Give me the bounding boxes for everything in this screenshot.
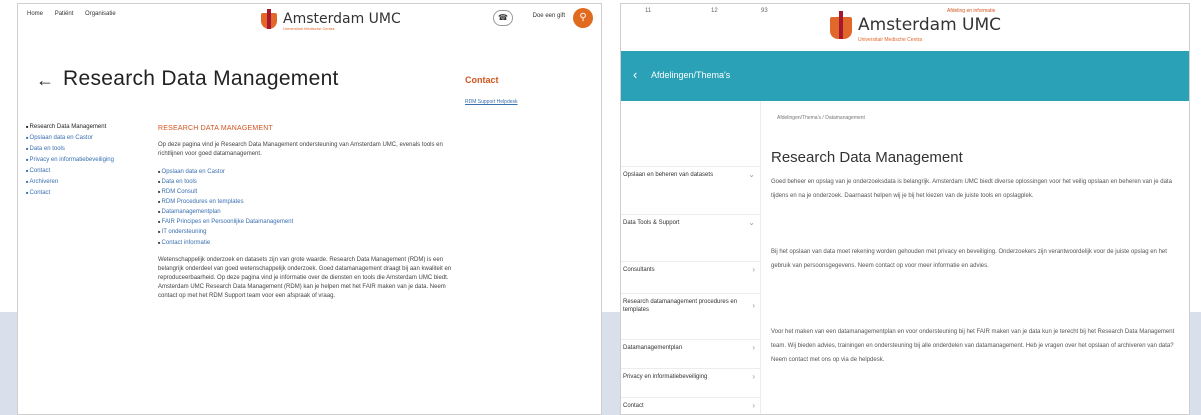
side-nav-label: Contact	[623, 403, 644, 409]
top-bar: 11 12 93 Afdeling en informatie Amsterda…	[621, 4, 1189, 49]
logo-text: Amsterdam UMC	[283, 11, 401, 27]
content-link[interactable]: Data en tools	[158, 177, 458, 187]
status-text: 11	[645, 8, 652, 14]
contact-heading: Contact	[465, 75, 499, 85]
topnav-organisation[interactable]: Organisatie	[85, 11, 116, 17]
status-text: 93	[761, 8, 768, 14]
side-nav: Opslaan en beheren van datasets ⌄ Data T…	[621, 101, 761, 414]
main-content: RESEARCH DATA MANAGEMENT Op deze pagina …	[158, 124, 458, 301]
topnav-patient[interactable]: Patiënt	[55, 11, 74, 17]
desktop-page-panel: Home Patiënt Organisatie Amsterdam UMC U…	[17, 3, 602, 415]
side-nav-item[interactable]: Contact	[26, 166, 151, 176]
content-link[interactable]: Opslaan data en Castor	[158, 167, 458, 177]
paragraph: Bij het opslaan van data moet rekening w…	[771, 249, 1167, 269]
chevron-right-icon: ›	[752, 265, 755, 274]
content-link[interactable]: Contact informatie	[158, 238, 458, 248]
chevron-right-icon: ›	[752, 401, 755, 410]
body-text: Wetenschappelijk onderzoek en datasets z…	[158, 256, 452, 299]
back-arrow-icon[interactable]: ←	[36, 70, 54, 91]
section-header-bar: ‹ Afdelingen/Thema's	[621, 51, 1189, 101]
logo-text: Amsterdam UMC	[858, 15, 1002, 35]
content-link[interactable]: Datamanagementplan	[158, 207, 458, 217]
side-nav-item[interactable]: Contact	[26, 188, 151, 198]
side-nav-label: Privacy en informatiebeveiliging	[623, 374, 708, 380]
phone-icon[interactable]: ☎	[493, 10, 513, 26]
page-title: Research Data Management	[63, 67, 339, 90]
amsterdam-umc-logo[interactable]: Amsterdam UMC Universitair Medische Cent…	[830, 11, 1002, 43]
side-nav-item[interactable]: Research Data Management	[26, 122, 151, 132]
side-nav-item[interactable]: Archiveren	[26, 177, 151, 187]
side-nav-label: Research datamanagement procedures en te…	[623, 299, 738, 313]
side-nav-item[interactable]: Opslaan data en Castor	[26, 133, 151, 143]
mobile-page-panel: 11 12 93 Afdeling en informatie Amsterda…	[620, 3, 1190, 415]
side-nav-item[interactable]: Contact ›	[621, 397, 761, 414]
chevron-right-icon: ›	[752, 301, 755, 310]
content-link[interactable]: RDM Consult	[158, 187, 458, 197]
section-heading: RESEARCH DATA MANAGEMENT	[158, 125, 273, 132]
side-nav-label: Data Tools & Support	[623, 220, 680, 226]
top-nav: Home Patiënt Organisatie	[27, 11, 126, 17]
intro-text: Op deze pagina vind je Research Data Man…	[158, 142, 443, 157]
amsterdam-umc-logo[interactable]: Amsterdam UMC Universitair Medische Cent…	[261, 9, 401, 31]
content-link[interactable]: FAIR Principes en Persoonlijke Datamanag…	[158, 217, 458, 227]
side-nav-item[interactable]: Data en tools	[26, 144, 151, 154]
topnav-home[interactable]: Home	[27, 11, 43, 17]
side-nav: Research Data Management Opslaan data en…	[26, 122, 151, 200]
chevron-right-icon: ›	[752, 343, 755, 352]
paragraph: Voor het maken van een datamanagementpla…	[771, 329, 1175, 363]
link-list: Opslaan data en Castor Data en tools RDM…	[158, 167, 458, 248]
breadcrumb[interactable]: Afdelingen/Thema's / Datamanagement	[777, 115, 865, 121]
side-nav-item[interactable]: Privacy en informatiebeveiliging ›	[621, 368, 761, 385]
top-bar: Home Patiënt Organisatie Amsterdam UMC U…	[18, 4, 601, 36]
contact-link[interactable]: RDM Support Helpdesk	[465, 99, 518, 105]
side-nav-label: Datamanagementplan	[623, 345, 683, 351]
side-nav-item[interactable]: Consultants ›	[621, 261, 761, 278]
tulip-logo-icon	[261, 9, 277, 29]
tulip-logo-icon	[830, 11, 852, 39]
section-header-title: Afdelingen/Thema's	[651, 70, 731, 80]
search-icon[interactable]: ⚲	[573, 8, 593, 28]
status-text: 12	[711, 8, 718, 14]
chevron-left-icon[interactable]: ‹	[633, 67, 637, 82]
chevron-down-icon: ⌄	[748, 218, 755, 227]
side-nav-item[interactable]: Privacy en informatiebeveiliging	[26, 155, 151, 165]
logo-tagline: Universitair Medische Centra	[858, 37, 923, 43]
page-title: Research Data Management	[771, 149, 963, 166]
side-nav-item[interactable]: Data Tools & Support ⌄	[621, 214, 761, 231]
side-nav-label: Consultants	[623, 267, 655, 273]
side-nav-item[interactable]: Opslaan en beheren van datasets ⌄	[621, 166, 761, 183]
logo-tagline: Universitair Medische Centra	[283, 26, 335, 31]
side-nav-item[interactable]: Research datamanagement procedures en te…	[621, 293, 761, 318]
content-link[interactable]: RDM Procedures en templates	[158, 197, 458, 207]
paragraph: Goed beheer en opslag van je onderzoeksd…	[771, 179, 1172, 199]
content-link[interactable]: IT ondersteuning	[158, 227, 458, 237]
side-nav-label: Opslaan en beheren van datasets	[623, 172, 714, 178]
side-nav-item[interactable]: Datamanagementplan ›	[621, 339, 761, 356]
chevron-right-icon: ›	[752, 372, 755, 381]
donate-link[interactable]: Doe een gift	[533, 13, 565, 19]
chevron-down-icon: ⌄	[748, 170, 755, 179]
